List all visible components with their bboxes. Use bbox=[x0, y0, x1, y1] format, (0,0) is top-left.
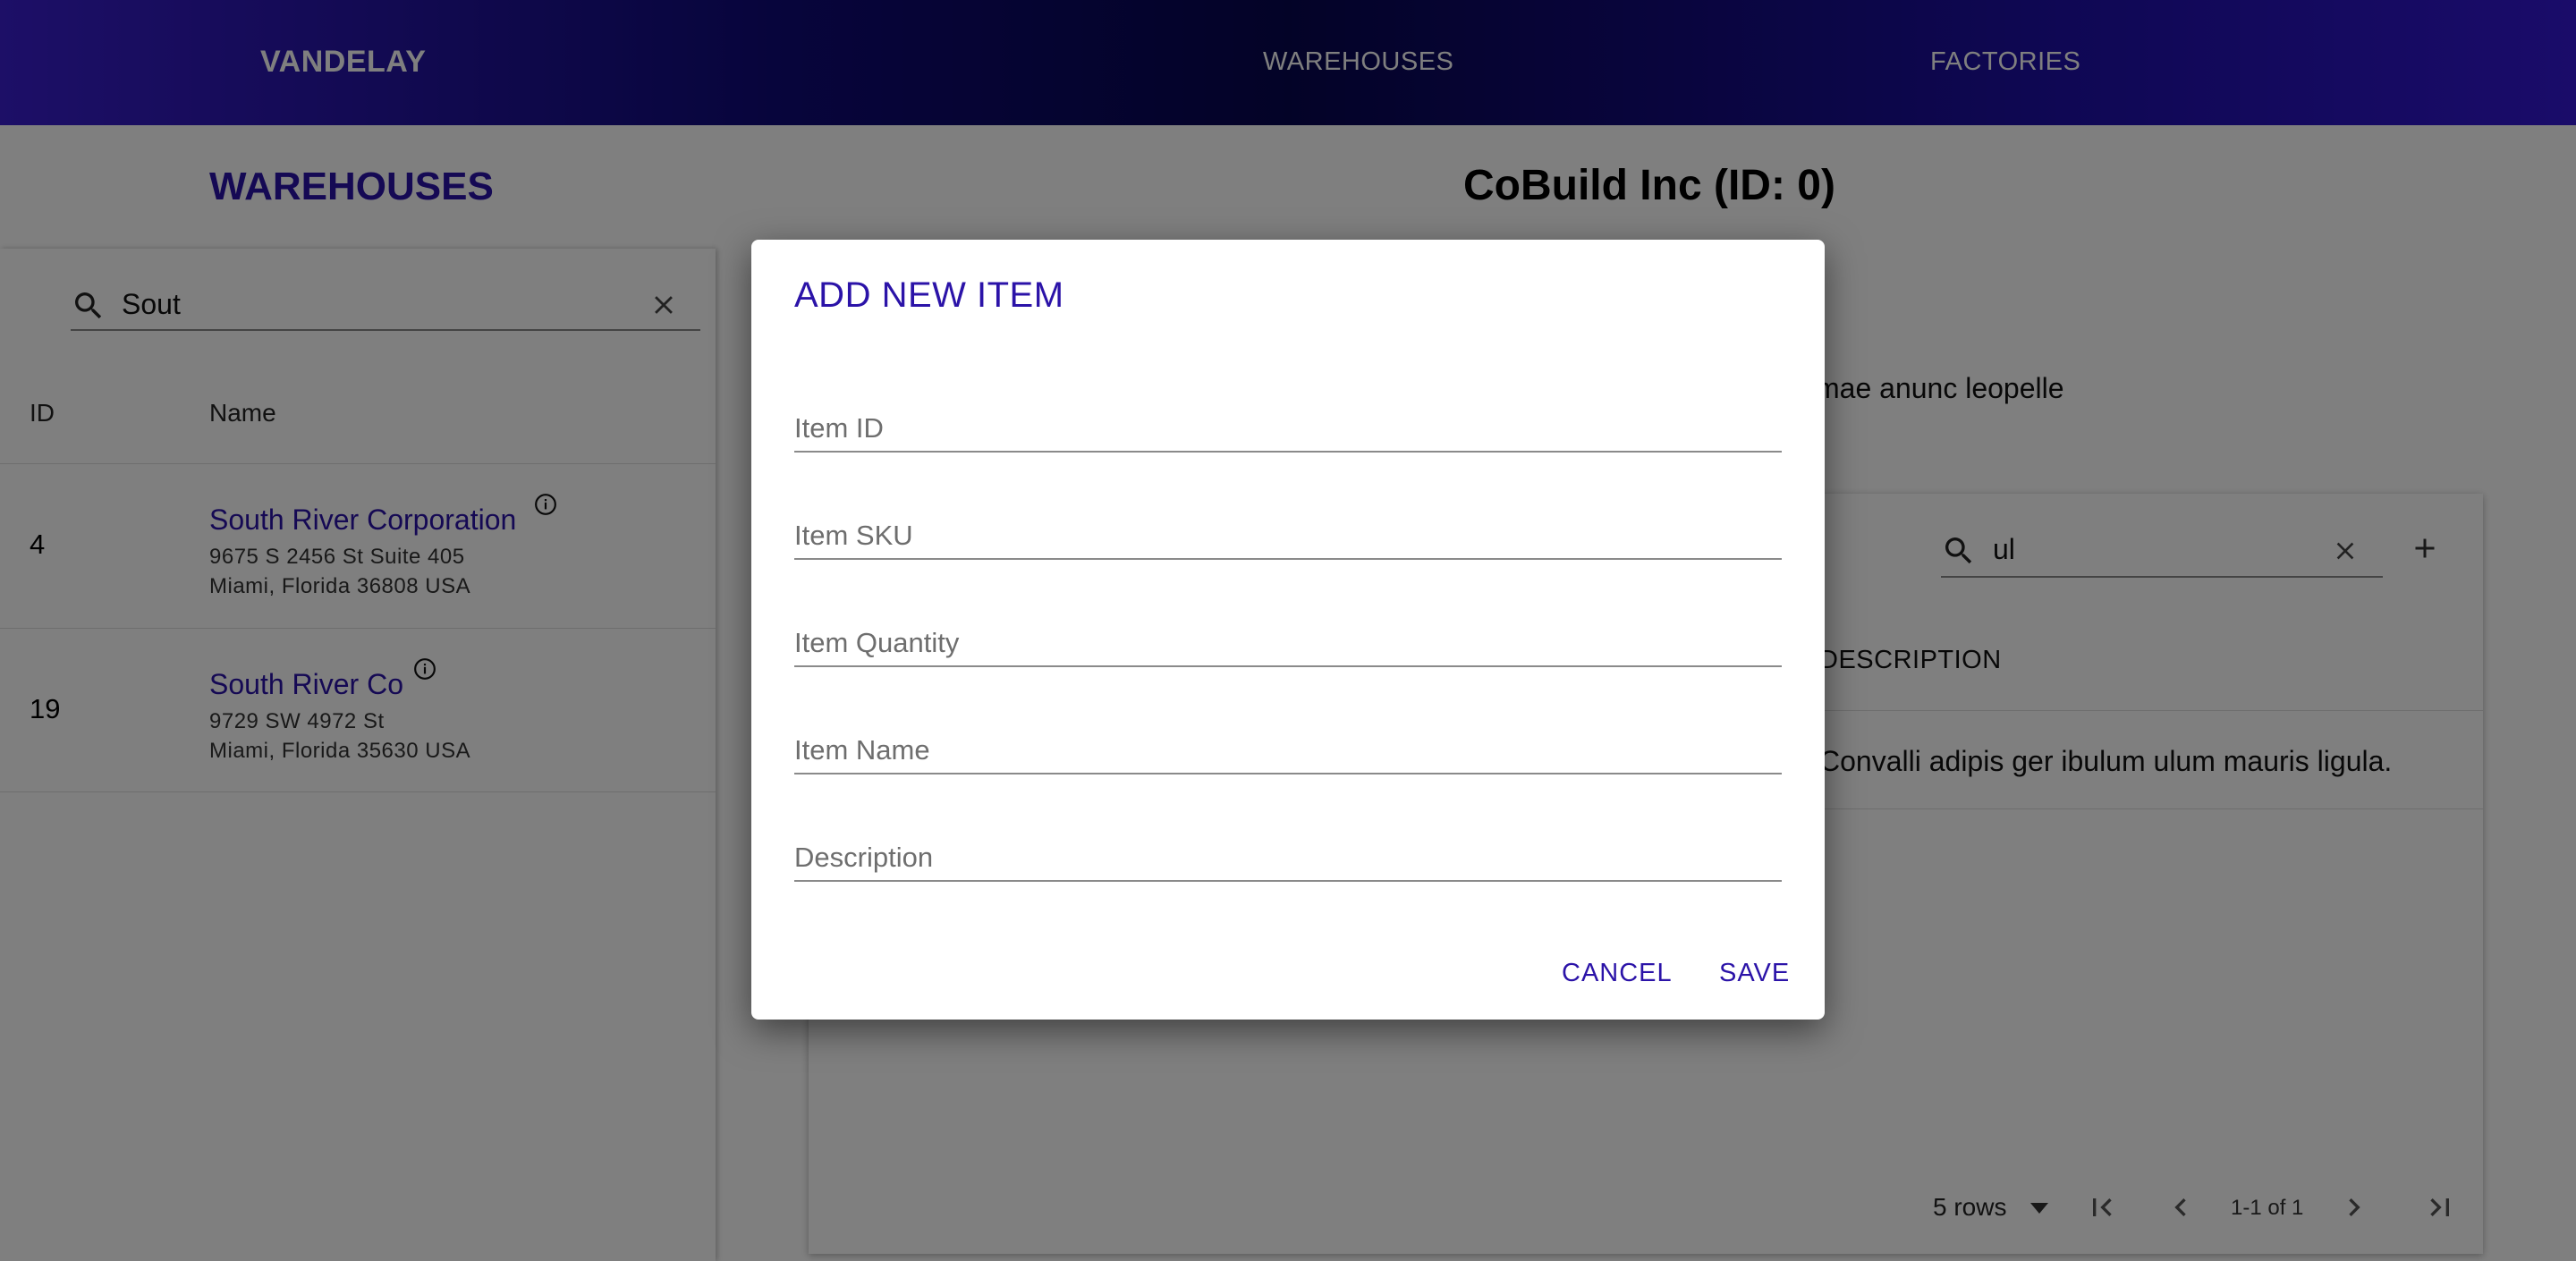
save-button[interactable]: SAVE bbox=[1719, 959, 1790, 988]
item-name-input[interactable] bbox=[794, 721, 1782, 773]
item-id-input[interactable] bbox=[794, 399, 1782, 451]
dialog-title: ADD NEW ITEM bbox=[794, 275, 1064, 315]
item-sku-field[interactable] bbox=[794, 506, 1782, 560]
description-field[interactable] bbox=[794, 828, 1782, 882]
item-id-field[interactable] bbox=[794, 399, 1782, 453]
item-name-field[interactable] bbox=[794, 721, 1782, 774]
cancel-button[interactable]: CANCEL bbox=[1562, 959, 1673, 988]
add-item-dialog: ADD NEW ITEM CANCEL SAVE bbox=[751, 240, 1825, 1020]
item-quantity-field[interactable] bbox=[794, 614, 1782, 667]
description-input[interactable] bbox=[794, 828, 1782, 880]
item-sku-input[interactable] bbox=[794, 506, 1782, 558]
item-quantity-input[interactable] bbox=[794, 614, 1782, 665]
